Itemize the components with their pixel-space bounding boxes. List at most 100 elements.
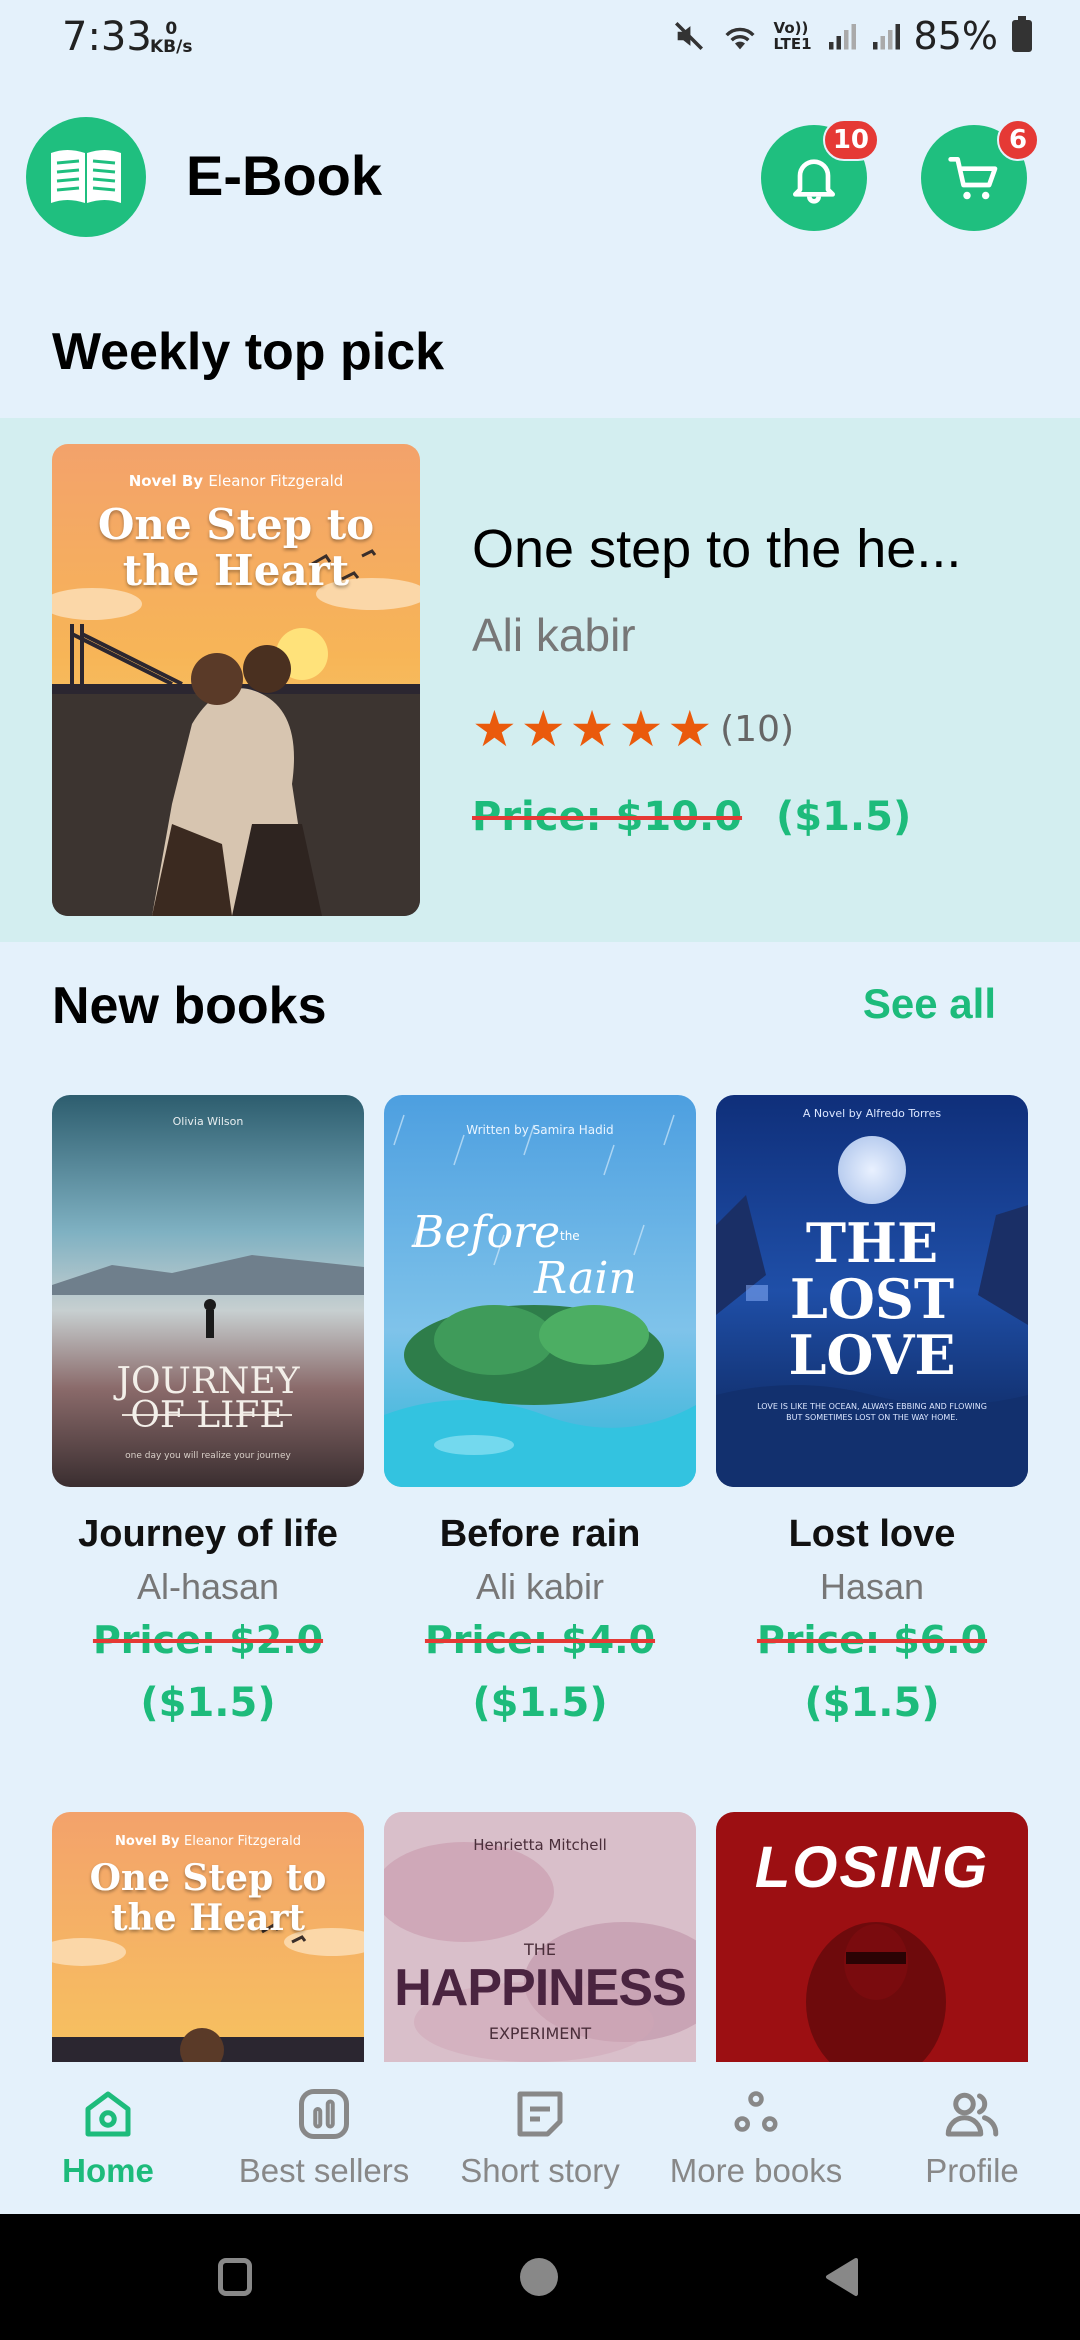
- open-book-icon: [51, 150, 121, 203]
- nav-best-sellers[interactable]: Best sellers: [216, 2062, 432, 2214]
- status-icons: Vo)) LTE1 85%: [672, 14, 1032, 58]
- cart-badge: 6: [997, 119, 1039, 161]
- cover-title-line1: THE: [805, 1211, 939, 1275]
- book-card[interactable]: LOSING: [716, 1812, 1028, 2062]
- recents-button[interactable]: [218, 2258, 252, 2296]
- battery-icon: [1012, 16, 1032, 52]
- featured-book-cover[interactable]: Novel By Eleanor Fitzgerald One Step to …: [52, 444, 420, 916]
- book-card[interactable]: Henrietta Mitchell THE HAPPINESS EXPERIM…: [384, 1812, 696, 2062]
- nav-home[interactable]: Home: [0, 2062, 216, 2214]
- note-icon: [517, 2091, 563, 2137]
- book-cover[interactable]: Henrietta Mitchell THE HAPPINESS EXPERIM…: [384, 1812, 696, 2062]
- book-card[interactable]: Novel By Eleanor Fitzgerald One Step to …: [52, 1812, 364, 2062]
- book-card[interactable]: Written by Samira Hadid Before the Rain …: [384, 1095, 696, 1726]
- cover-title: One Step to the Heart: [52, 1858, 364, 1938]
- nav-label: Best sellers: [238, 2152, 410, 2189]
- cover-title: One Step to the Heart: [52, 502, 420, 594]
- status-time: 7:33: [62, 14, 152, 60]
- book-cover[interactable]: A Novel by Alfredo Torres THE LOST LOVE …: [716, 1095, 1028, 1487]
- network-speed-unit: KB/s: [150, 37, 193, 57]
- nav-label: More books: [669, 2152, 843, 2189]
- cover-title-line1: One Step to: [89, 1857, 327, 1899]
- cover-title-line2: OF LIFE: [130, 1395, 286, 1436]
- home-button[interactable]: [520, 2258, 558, 2296]
- cover-title-line3: LOVE: [788, 1323, 956, 1387]
- new-price: ($1.5): [775, 794, 912, 840]
- network-speed-value: 0: [165, 19, 178, 39]
- lte-top: Vo)): [773, 19, 809, 37]
- signal-icon-2: [872, 24, 900, 50]
- cover-title-the: THE: [524, 1940, 556, 1959]
- bottom-navigation: Home Best sellers Short story More books…: [0, 2062, 1080, 2214]
- book-cover[interactable]: LOSING: [716, 1812, 1028, 2062]
- book-cover[interactable]: Novel By Eleanor Fitzgerald One Step to …: [52, 1812, 364, 2062]
- cover-title-line2: the Heart: [122, 546, 350, 595]
- book-card[interactable]: Olivia Wilson JOURNEY OF LIFE one day yo…: [52, 1095, 364, 1726]
- dots-icon: [734, 2091, 778, 2132]
- see-all-link[interactable]: See all: [863, 980, 996, 1028]
- nav-short-story[interactable]: Short story: [432, 2062, 648, 2214]
- star-icon: ★: [618, 700, 664, 758]
- notifications-button[interactable]: 10: [761, 119, 879, 231]
- cover-author-text: Olivia Wilson: [172, 1115, 244, 1128]
- cover-title-line1: Before: [412, 1207, 561, 1258]
- system-navigation-bar: [0, 2214, 1080, 2340]
- book-title: Before rain: [439, 1513, 641, 1555]
- cover-tagline-line2: BUT SOMETIMES LOST ON THE WAY HOME.: [786, 1413, 958, 1422]
- nav-more-books[interactable]: More books: [648, 2062, 864, 2214]
- book-new-price: ($1.5): [472, 1680, 608, 1726]
- nav-label: Short story: [460, 2152, 620, 2189]
- cover-byline-prefix: Novel By: [128, 472, 204, 490]
- weekly-section-title: Weekly top pick: [52, 323, 445, 381]
- star-icon: ★: [667, 700, 713, 758]
- home-icon: [85, 2091, 131, 2137]
- new-books-section-title: New books: [52, 977, 327, 1035]
- book-old-price: Price: $2.0: [92, 1618, 324, 1662]
- book-old-price: Price: $6.0: [756, 1618, 988, 1662]
- cover-author-text: Henrietta Mitchell: [473, 1836, 607, 1854]
- old-price: Price: $10.0: [472, 794, 743, 840]
- book-new-price: ($1.5): [140, 1680, 276, 1726]
- cover-tagline: LOVE IS LIKE THE OCEAN, ALWAYS EBBING AN…: [716, 1401, 1028, 1423]
- star-icon: ★: [520, 700, 566, 758]
- notifications-badge: 10: [822, 119, 879, 161]
- star-icon: ★: [472, 700, 517, 758]
- cart-button[interactable]: 6: [921, 119, 1039, 231]
- weekly-top-pick-card[interactable]: Novel By Eleanor Fitzgerald One Step to …: [0, 418, 1080, 942]
- cover-title: HAPPINESS: [394, 1959, 687, 2017]
- book-author: Ali kabir: [475, 1566, 605, 1607]
- cover-title-line2: Rain: [534, 1253, 637, 1304]
- nav-label: Home: [62, 2152, 154, 2189]
- book-cover[interactable]: Olivia Wilson JOURNEY OF LIFE one day yo…: [52, 1095, 364, 1487]
- battery-percent: 85%: [913, 14, 998, 58]
- cover-tagline-line1: LOVE IS LIKE THE OCEAN, ALWAYS EBBING AN…: [757, 1402, 987, 1411]
- mute-icon: [674, 21, 703, 51]
- back-button[interactable]: [822, 2256, 860, 2298]
- book-card[interactable]: A Novel by Alfredo Torres THE LOST LOVE …: [716, 1095, 1028, 1726]
- nav-profile[interactable]: Profile: [864, 2062, 1080, 2214]
- book-cover[interactable]: Written by Samira Hadid Before the Rain: [384, 1095, 696, 1487]
- signal-icon: [828, 24, 856, 50]
- book-title: Journey of life: [78, 1513, 338, 1555]
- cover-byline-name: Eleanor Fitzgerald: [208, 472, 344, 490]
- cover-title-the: the: [560, 1229, 580, 1243]
- cover-author-text: A Novel by Alfredo Torres: [802, 1107, 942, 1120]
- cover-title: LOSING: [754, 1835, 990, 1900]
- book-author: Al-hasan: [136, 1566, 280, 1607]
- cover-byline-name: Eleanor Fitzgerald: [184, 1834, 301, 1849]
- featured-price: Price: $10.0 ($1.5): [472, 794, 911, 840]
- nav-label: Profile: [925, 2152, 1019, 2189]
- rating-stars: ★ ★ ★ ★ ★ (10): [472, 704, 794, 754]
- star-icon: ★: [569, 700, 615, 758]
- featured-book-title: One step to the he...: [472, 519, 962, 579]
- app-logo: [26, 117, 146, 237]
- cover-title-line2: the Heart: [110, 1897, 306, 1939]
- chart-icon: [299, 2089, 349, 2139]
- cover-author-text: Written by Samira Hadid: [466, 1123, 614, 1137]
- cover-title-line2: LOST: [789, 1267, 955, 1331]
- cover-byline-prefix: Novel By: [115, 1834, 180, 1849]
- cart-icon: [948, 157, 998, 200]
- lte-bottom: LTE1: [773, 35, 812, 53]
- cover-tagline: one day you will realize your journey: [125, 1451, 291, 1461]
- cover-title: JOURNEY OF LIFE: [52, 1364, 364, 1436]
